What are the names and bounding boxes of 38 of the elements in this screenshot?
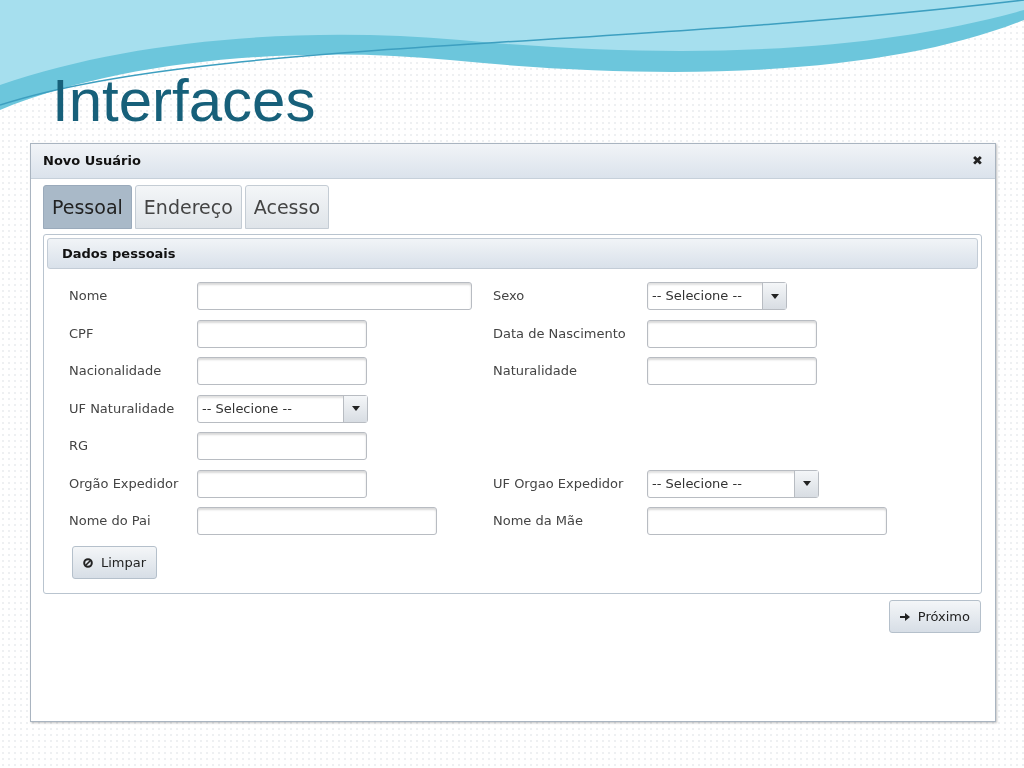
select-field[interactable]: -- Selecione -- (647, 469, 819, 498)
select-field[interactable]: -- Selecione -- (647, 282, 787, 310)
input-field[interactable] (647, 507, 887, 535)
slide-title: Interfaces (52, 66, 317, 136)
field-label: Nacionalidade (69, 362, 163, 381)
caret-down-icon (770, 293, 779, 299)
field-label: Nome (69, 287, 109, 306)
tab[interactable]: Pessoal (43, 185, 132, 229)
input-field[interactable] (197, 282, 472, 310)
input-field[interactable] (197, 319, 367, 348)
input-field[interactable] (197, 469, 367, 498)
field-label: CPF (69, 324, 95, 343)
input-field[interactable] (647, 357, 817, 385)
field-label: Naturalidade (493, 362, 579, 381)
window-title: Novo Usuário (43, 152, 141, 171)
field-label: Data de Nascimento (493, 324, 627, 343)
tab[interactable]: Endereço (134, 185, 242, 229)
select-field[interactable]: -- Selecione -- (197, 394, 368, 423)
tab[interactable]: Acesso (244, 185, 329, 229)
field-label: Nome do Pai (69, 512, 152, 531)
clear-button[interactable]: Limpar (72, 546, 158, 579)
field-label: UF Orgao Expedidor (493, 474, 625, 493)
arrow-right-icon (899, 612, 910, 621)
caret-down-icon (802, 481, 811, 486)
field-label: UF Naturalidade (69, 399, 176, 418)
next-button[interactable]: Próximo (888, 600, 981, 633)
field-label: RG (69, 437, 90, 456)
field-label: Orgão Expedidor (69, 474, 180, 493)
field-label: Sexo (493, 287, 526, 306)
field-label: Nome da Mãe (493, 512, 584, 531)
input-field[interactable] (197, 357, 367, 385)
caret-down-icon (351, 406, 360, 411)
input-field[interactable] (197, 432, 367, 460)
prohibited-icon (83, 557, 93, 568)
section-title: Dados pessoais (62, 244, 176, 263)
close-button[interactable]: ✖ (972, 151, 983, 171)
input-field[interactable] (647, 319, 817, 348)
input-field[interactable] (197, 507, 437, 535)
